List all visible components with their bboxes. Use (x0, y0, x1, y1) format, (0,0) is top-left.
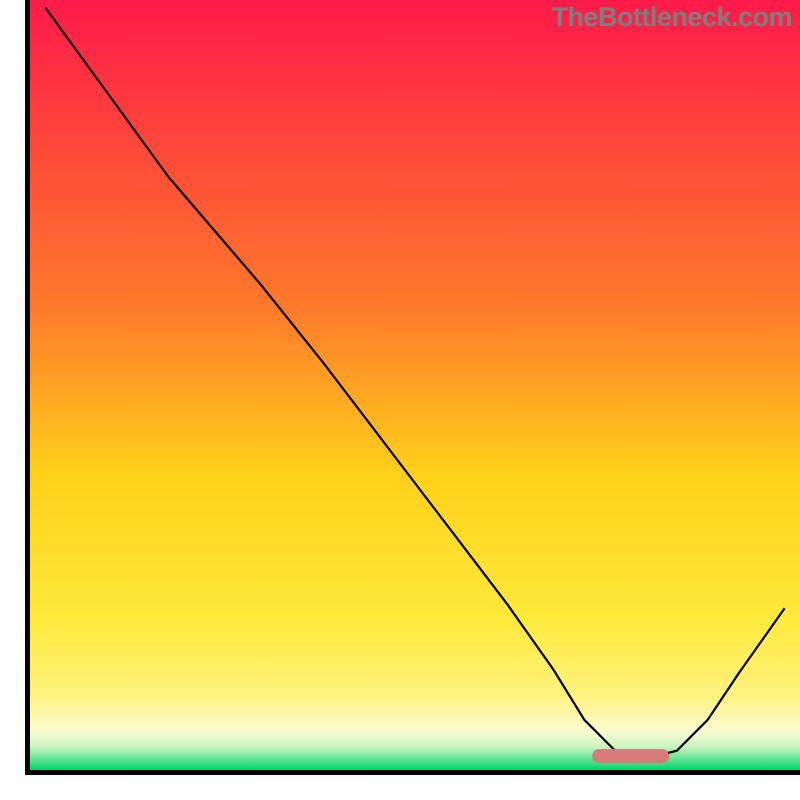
chart-container: TheBottleneck.com (0, 0, 800, 800)
gradient-background (30, 0, 800, 770)
watermark-text: TheBottleneck.com (551, 2, 792, 33)
y-axis (25, 0, 30, 775)
optimal-range-marker (592, 749, 669, 763)
x-axis (25, 770, 800, 775)
bottleneck-chart (0, 0, 800, 800)
